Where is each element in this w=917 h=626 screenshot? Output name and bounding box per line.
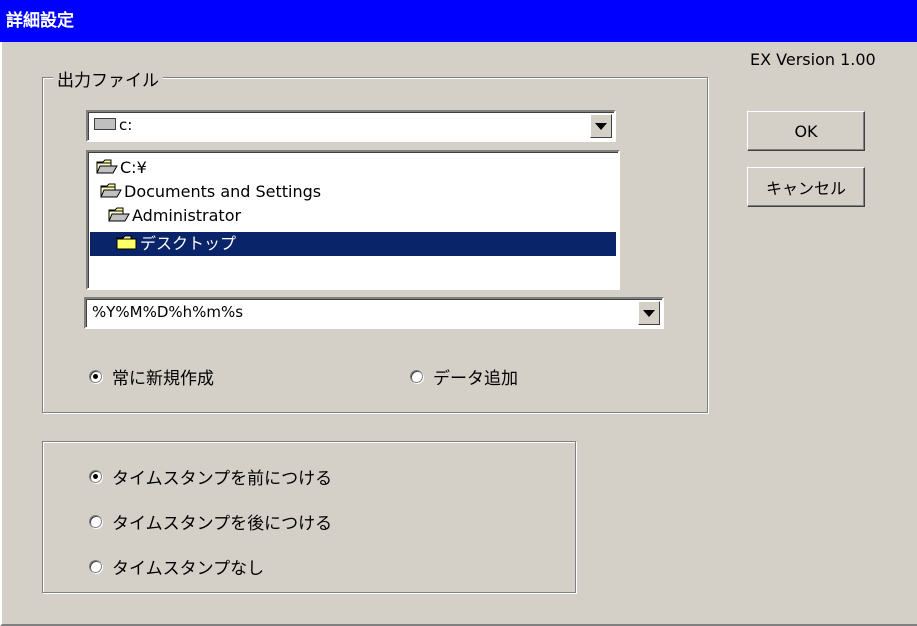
radio-button-icon [89,560,102,573]
open-folder-icon [100,183,122,198]
radio-timestamp-suffix[interactable]: タイムスタンプを後につける [89,509,332,534]
folder-icon [116,235,138,250]
drive-select[interactable]: c: [86,110,616,142]
directory-item-administrator[interactable]: Administrator [108,204,616,228]
ok-button[interactable]: OK [747,111,865,151]
chevron-down-icon [595,122,607,130]
directory-item-documents-and-settings[interactable]: Documents and Settings [100,180,616,204]
filename-format-select[interactable]: %Y%M%D%h%m%s [84,297,664,329]
output-file-legend: 出力ファイル [53,66,163,91]
radio-timestamp-none[interactable]: タイムスタンプなし [89,554,264,579]
radio-timestamp-prefix[interactable]: タイムスタンプを前につける [89,464,332,489]
title-bar: 詳細設定 [0,0,917,42]
radio-button-icon [410,370,423,383]
window-title: 詳細設定 [6,11,74,31]
cancel-button[interactable]: キャンセル [747,167,865,207]
directory-item-c-root[interactable]: C:¥ [96,156,616,180]
radio-button-icon [89,470,102,483]
drive-value: c: [119,116,133,134]
open-folder-icon [108,207,130,222]
drive-icon [94,117,116,130]
open-folder-icon [96,159,118,174]
format-dropdown-button[interactable] [638,301,660,325]
radio-button-icon [89,370,102,383]
directory-item-desktop[interactable]: デスクトップ [90,232,616,256]
radio-append-data[interactable]: データ追加 [410,364,518,389]
radio-button-icon [89,515,102,528]
radio-always-new[interactable]: 常に新規作成 [89,364,214,389]
drive-dropdown-button[interactable] [590,114,612,138]
chevron-down-icon [643,309,655,317]
filename-format-value: %Y%M%D%h%m%s [92,303,244,321]
directory-list[interactable]: C:¥ Documents and Settings Administrator… [86,150,620,290]
version-label: EX Version 1.00 [750,50,876,69]
